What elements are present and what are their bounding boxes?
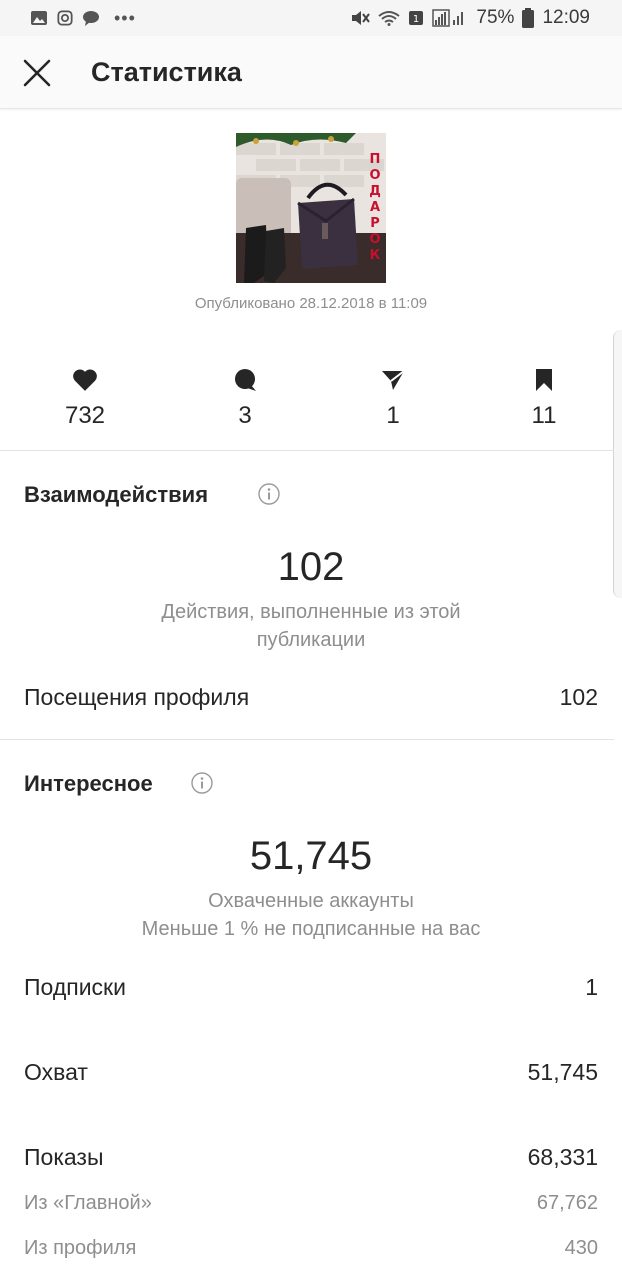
post-thumbnail[interactable]: П О Д А Р О К	[236, 133, 386, 283]
svg-text:О: О	[369, 168, 380, 183]
caption-line: Охваченные аккаунты	[208, 890, 414, 912]
published-date: Опубликовано 28.12.2018 в 11:09	[194, 295, 428, 312]
svg-text:К: К	[370, 248, 381, 263]
status-bar: ••• 1 75% 12:09	[0, 0, 622, 36]
svg-text:О: О	[369, 232, 380, 247]
heart-icon	[73, 369, 97, 391]
impressions-row: Показы 68,331	[24, 1144, 598, 1171]
battery-icon	[522, 8, 535, 28]
image-icon	[31, 11, 47, 25]
row-label: Из профиля	[24, 1237, 137, 1259]
row-label: Подписки	[24, 974, 126, 1000]
follows-row: Подписки 1	[24, 974, 598, 1001]
comments-metric: 3	[195, 368, 295, 430]
reach-row: Охват 51,745	[24, 1059, 598, 1086]
comments-count: 3	[238, 402, 252, 429]
chat-icon	[83, 11, 99, 26]
likes-metric: 732	[35, 368, 135, 430]
interactions-title: Взаимодействия	[24, 482, 209, 507]
discovery-total: 51,745	[249, 834, 373, 878]
post-photo: П О Д А Р О К	[236, 133, 386, 283]
row-label: Из «Главной»	[24, 1192, 152, 1214]
sim-icon: 1	[409, 11, 424, 25]
info-icon[interactable]	[258, 483, 280, 505]
bookmark-icon	[536, 369, 552, 391]
wifi-icon	[378, 11, 401, 26]
from-profile-row: Из профиля 430	[24, 1237, 598, 1260]
profile-visits-row: Посещения профиля 102	[24, 684, 598, 711]
row-value: 68,331	[527, 1144, 598, 1170]
share-icon	[382, 370, 405, 390]
row-value: 1	[585, 974, 598, 1000]
comment-icon	[235, 369, 256, 391]
discovery-title: Интересное	[24, 771, 153, 796]
caption-line: Действия, выполненные из этой	[161, 601, 461, 623]
shares-metric: 1	[343, 368, 443, 430]
row-value: 430	[564, 1237, 598, 1259]
svg-text:Д: Д	[369, 184, 381, 199]
row-value: 67,762	[536, 1192, 598, 1214]
clock: 12:09	[542, 7, 590, 28]
row-label: Охват	[24, 1059, 88, 1085]
svg-text:П: П	[370, 152, 381, 167]
row-label: Посещения профиля	[24, 684, 250, 710]
row-value: 51,745	[527, 1059, 598, 1085]
from-home-row: Из «Главной» 67,762	[24, 1192, 598, 1215]
likes-count: 732	[64, 402, 106, 429]
mute-icon	[352, 11, 371, 25]
svg-text:1: 1	[413, 14, 419, 25]
close-icon[interactable]	[20, 56, 54, 90]
info-icon[interactable]	[191, 772, 213, 794]
divider	[0, 739, 614, 740]
interactions-caption: Действия, выполненные из этой публикации	[0, 598, 622, 654]
row-value: 102	[559, 684, 598, 710]
divider	[0, 450, 614, 451]
battery-percent: 75%	[476, 7, 515, 28]
saves-metric: 11	[494, 368, 594, 430]
app-header: Статистика	[0, 36, 622, 109]
signal-icon	[432, 9, 464, 27]
svg-text:А: А	[370, 200, 380, 215]
row-label: Показы	[24, 1144, 104, 1170]
instagram-icon	[57, 10, 73, 26]
saves-count: 11	[531, 402, 557, 429]
caption-line: публикации	[256, 629, 366, 651]
page-title: Статистика	[91, 57, 242, 87]
interactions-total: 102	[277, 545, 345, 589]
shares-count: 1	[386, 402, 400, 429]
caption-line: Меньше 1 % не подписанные на вас	[141, 918, 481, 940]
svg-text:Р: Р	[370, 216, 380, 231]
discovery-caption: Охваченные аккаунты Меньше 1 % не подпис…	[0, 887, 622, 943]
more-dots-icon: •••	[114, 7, 136, 28]
